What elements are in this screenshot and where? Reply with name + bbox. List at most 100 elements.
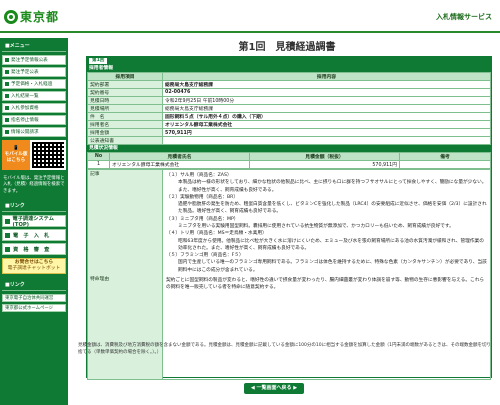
section-bid-status: 見積状況情報 — [87, 145, 491, 152]
row-value: 02-00476 — [162, 88, 491, 97]
remark-line: （２）実験動物用（商品名：BR） — [166, 194, 239, 200]
bid-no: 1 — [87, 160, 110, 169]
column-header-item: 採用項目 — [87, 72, 163, 81]
special-reason-label: 特命理由 — [90, 277, 110, 282]
mobile-site-link[interactable]: 📱 モバイル版 はこちら — [2, 140, 66, 170]
service-title: 入札情報サービス — [436, 13, 492, 21]
bid-remark — [399, 160, 491, 169]
link-label: 資 格 審 査 — [13, 246, 50, 253]
mobile-label: 📱 モバイル版 はこちら — [2, 140, 30, 170]
round-tabbar: 第1回 — [87, 57, 491, 65]
link-qualification-review[interactable]: 資 格 審 査 — [2, 243, 66, 256]
qr-code-icon — [32, 142, 64, 168]
remark-line: 国内で生産している唯一のフラミンゴ専用飼料である。フラミンゴは体色を維持するため… — [178, 260, 487, 273]
column-header-bidder: 見積者氏名 — [109, 152, 250, 161]
column-header-content: 採用内容 — [162, 72, 491, 81]
logo-text: 東京都 — [20, 10, 60, 24]
row-label: 件 名 — [87, 112, 163, 121]
link-tokyo-e-government[interactable]: 東京電子自治体共同運営 — [2, 294, 66, 303]
page-title: 第1回 見積経過調書 — [238, 42, 336, 53]
mobile-label-line-2: はこちら — [6, 157, 26, 163]
header-divider — [0, 31, 500, 33]
column-header-no: No — [87, 152, 110, 161]
link-e-procurement-top[interactable]: 電子調達システム(TOP) — [2, 215, 66, 228]
remark-line: 昭和63年度から使用。他製品に比べ粒が大きく水に溶けにくいため、エミュー及び水を… — [178, 238, 484, 251]
bid-name: オリエンタル酵母工業株式会社 — [109, 160, 250, 169]
result-frame: 第1回 採用者情報 採用項目 採用内容 契約部署 総務局大島支庁総務課 契約番号 0… — [86, 56, 492, 380]
table-row: 見積日時 令和2年9月25日 午前10時00分 — [87, 96, 491, 105]
sidebar-item-bid-results[interactable]: 入札結果一覧 — [2, 91, 66, 101]
remarks-label: 記事 — [90, 172, 100, 177]
sidebar-item-label: 情報公開請求 — [11, 130, 39, 135]
row-value: 総務局大島支庁総務課 — [162, 104, 491, 113]
sidebar-item-label: 予定価格・入札経過 — [11, 82, 53, 87]
remark-line: （４）トリ用（商品名：MS＝走鳥類・水禽用） — [166, 231, 267, 237]
bullet-icon — [5, 94, 9, 98]
sidebar-item-label: 指名停止情報 — [11, 118, 39, 123]
table-row: 契約部署 総務局大島支庁総務課 — [87, 80, 491, 89]
row-label: 契約番号 — [87, 88, 163, 97]
sidebar-item-disclosure-request[interactable]: 情報公開請求 — [2, 127, 66, 137]
sidebar: ■メニュー 発注予定情報公表 発注予定公表 予定価格・入札経過 入札結果一覧 入… — [0, 38, 68, 405]
bullet-icon — [5, 118, 9, 122]
back-button-label: 一覧画面へ戻る — [256, 385, 292, 391]
bullet-icon — [5, 130, 9, 134]
row-value: 固形飼料５点（サル用外４点）の購入（下期） — [162, 112, 491, 121]
table-header-row: 採用項目 採用内容 — [87, 72, 491, 81]
sidebar-item-label: 入札結果一覧 — [11, 94, 39, 99]
row-value — [162, 136, 491, 145]
remark-line: （５）フラミンゴ用（商品名：F５） — [166, 253, 244, 259]
bullet-icon — [5, 218, 10, 224]
row-label: 採用金額 — [87, 128, 163, 137]
sidebar-item-order-plan[interactable]: 発注予定公表 — [2, 67, 66, 77]
table-row: 公表通知書 — [87, 136, 491, 145]
table-row: 契約番号 02-00476 — [87, 88, 491, 97]
sidebar-sublinks-title: ■リンク — [2, 277, 66, 292]
tab-round-1[interactable]: 第1回 — [89, 58, 108, 64]
row-label: 見積日時 — [87, 96, 163, 105]
remark-line: 契約ごとに固型飼料の製品が変わると、嗜好性の違いで摂食量が変わったり、腸内細菌叢… — [166, 277, 485, 291]
sidebar-links-title: ■リンク — [2, 198, 66, 213]
row-value: 令和2年9月25日 午前10時00分 — [162, 96, 491, 105]
sidebar-item-order-plan-disclosure[interactable]: 発注予定情報公表 — [2, 55, 66, 65]
bullet-icon — [5, 70, 9, 74]
bid-row: 1 オリエンタル酵母工業株式会社 570,911円 — [87, 160, 491, 169]
row-value: 570,911円 — [162, 128, 491, 137]
main-content: 第1回 見積経過調書 第1回 採用者情報 採用項目 採用内容 契約部署 総務局大島… — [78, 38, 496, 380]
chatbot-sublabel: 電子調達チャットボット — [7, 266, 61, 272]
sidebar-item-price-history[interactable]: 予定価格・入札経過 — [2, 79, 66, 89]
sidebar-item-label: 入札参加資格 — [11, 106, 39, 111]
column-header-amount: 見積金額（税抜） — [249, 152, 400, 161]
sidebar-item-suspension[interactable]: 指名停止情報 — [2, 115, 66, 125]
link-e-bidding[interactable]: 電 子 入 札 — [2, 229, 66, 242]
section-adopter-info: 採用者情報 — [87, 65, 491, 72]
chatbot-link[interactable]: お問合せはこちら 電子調達チャットボット — [2, 258, 66, 275]
mobile-note: モバイル版は、発注予定情報と入札（見積）経過情報を検索できます。 — [3, 176, 65, 194]
link-label: 電子調達システム(TOP) — [12, 215, 54, 228]
adopter-table: 採用項目 採用内容 契約部署 総務局大島支庁総務課 契約番号 02-00476 見積… — [87, 72, 491, 145]
remark-line: 本製品は約一様の形状をしており、細かな粒状の他製品に比べ、主に摂りもロに群を持つ… — [178, 180, 487, 193]
footnote: 見積金額は、消費税及び地方消費税の額を含まない金額である。見積金額は、見積金額に… — [78, 343, 491, 355]
bid-table: No 見積者氏名 見積金額（税抜） 備考 1 オリエンタル酵母工業株式会社 57… — [87, 152, 491, 169]
remark-line: （３）ミニブタ用（商品名：MP） — [166, 216, 239, 222]
back-to-list-button[interactable]: ◀ 一覧画面へ戻る ▶ — [244, 383, 304, 394]
arrow-right-icon: ▶ — [293, 385, 298, 391]
tokyo-emblem-icon — [4, 9, 18, 24]
remark-line: 過肥や脂肪肝の発生を防ため、粗蛋白質含量を低くし、ビタミンCを強化した製品（LR… — [178, 202, 487, 215]
table-row: 件 名固形飼料５点（サル用外４点）の購入（下期） — [87, 112, 491, 121]
bullet-icon — [5, 106, 9, 110]
link-label: 電 子 入 札 — [13, 232, 50, 239]
link-tokyo-official[interactable]: 東京都公式ホームページ — [2, 304, 66, 313]
bullet-icon — [5, 82, 9, 86]
row-label: 公表通知書 — [87, 136, 163, 145]
page-header: 東京都 入札情報サービス — [0, 0, 500, 38]
row-label: 採用者名 — [87, 120, 163, 129]
sidebar-item-label: 発注予定公表 — [11, 70, 39, 75]
sidebar-menu-title: ■メニュー — [2, 38, 66, 52]
arrow-left-icon: ◀ — [250, 385, 255, 391]
table-row: 採用者名 オリエンタル酵母工業株式会社 — [87, 120, 491, 129]
sidebar-item-qualification[interactable]: 入札参加資格 — [2, 103, 66, 113]
table-row: 見積場所 総務局大島支庁総務課 — [87, 104, 491, 113]
bullet-icon — [5, 246, 10, 252]
tokyo-logo[interactable]: 東京都 — [4, 8, 59, 25]
